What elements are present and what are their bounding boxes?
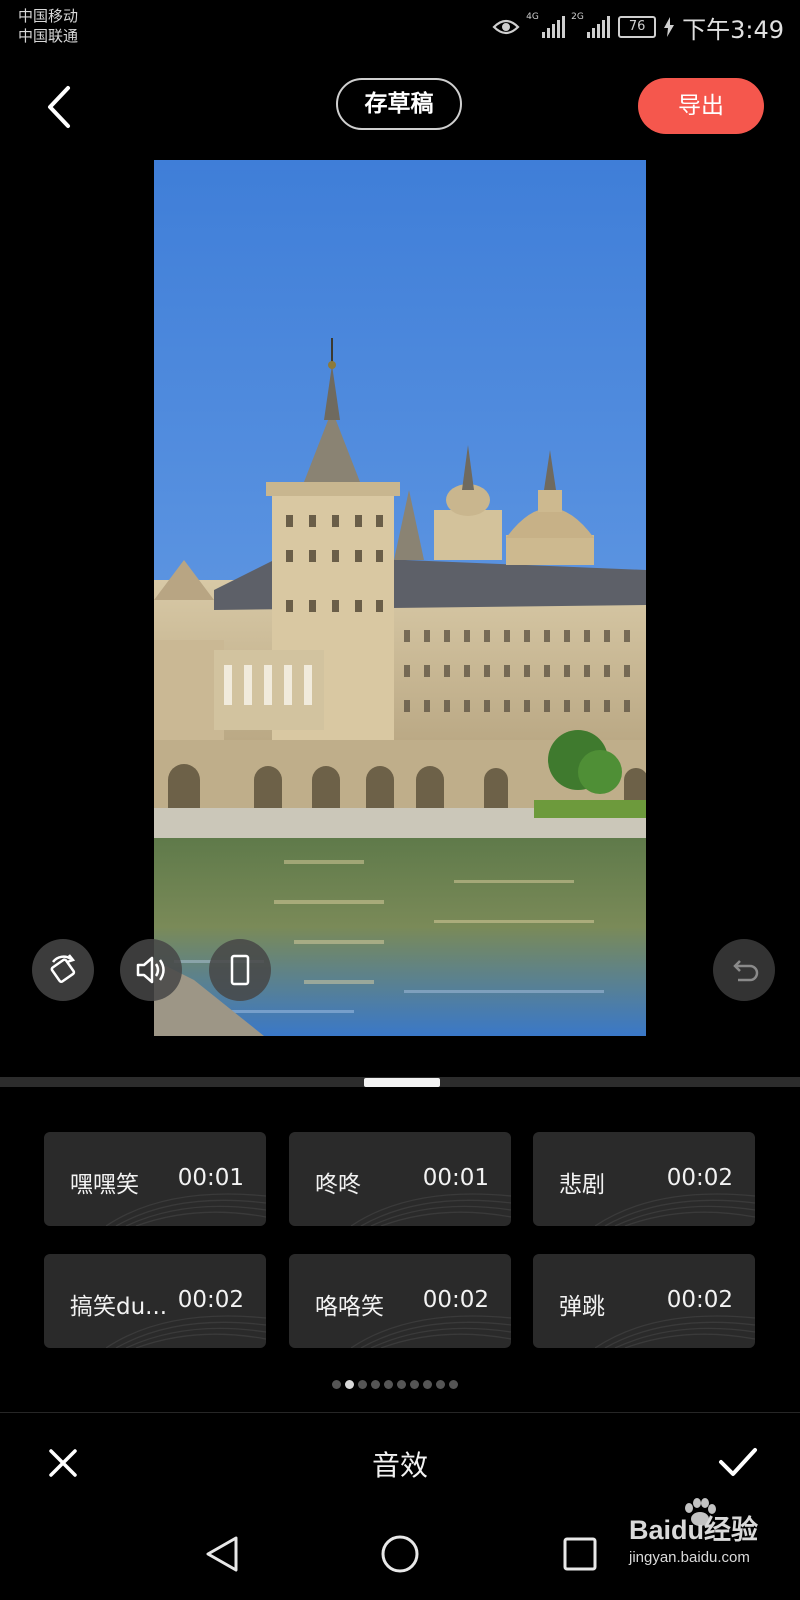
- page-indicator[interactable]: [332, 1380, 458, 1389]
- sound-duration: 00:02: [666, 1287, 733, 1313]
- page-dot[interactable]: [397, 1380, 406, 1389]
- sound-name: 嘿嘿笑: [70, 1172, 139, 1198]
- portrait-frame-icon: [230, 954, 250, 986]
- confirm-check-icon[interactable]: [718, 1446, 758, 1478]
- save-draft-button[interactable]: 存草稿: [336, 78, 462, 130]
- timeline-handle[interactable]: [364, 1078, 440, 1087]
- carrier-1: 中国移动: [18, 7, 79, 25]
- page-dot[interactable]: [371, 1380, 380, 1389]
- page-dot[interactable]: [358, 1380, 367, 1389]
- speaker-icon: [136, 956, 165, 984]
- sound-name: 咯咯笑: [315, 1294, 384, 1320]
- page-dot[interactable]: [423, 1380, 432, 1389]
- export-button[interactable]: 导出: [638, 78, 764, 134]
- volume-button[interactable]: [120, 939, 182, 1001]
- sound-card[interactable]: 咯咯笑 00:02: [289, 1254, 511, 1348]
- signal-4g-icon: 4G: [526, 12, 566, 38]
- page-dot[interactable]: [449, 1380, 458, 1389]
- carrier-2: 中国联通: [18, 27, 79, 45]
- page-dot[interactable]: [436, 1380, 445, 1389]
- divider: [0, 1412, 800, 1413]
- sound-duration: 00:01: [422, 1165, 489, 1191]
- preview-image: [154, 160, 646, 1036]
- sound-name: 弹跳: [559, 1294, 605, 1320]
- sound-name: 咚咚: [315, 1172, 361, 1198]
- sound-card[interactable]: 悲剧 00:02: [533, 1132, 755, 1226]
- video-preview[interactable]: [154, 160, 646, 1036]
- nav-back-icon[interactable]: [204, 1534, 240, 1574]
- rotate-button[interactable]: [32, 939, 94, 1001]
- signal-2g-icon: 2G: [571, 12, 611, 38]
- page-dot[interactable]: [384, 1380, 393, 1389]
- sound-card[interactable]: 弹跳 00:02: [533, 1254, 755, 1348]
- nav-recents-icon[interactable]: [562, 1536, 598, 1572]
- sound-duration: 00:02: [666, 1165, 733, 1191]
- nav-home-icon[interactable]: [380, 1534, 420, 1574]
- status-icons: 4G 2G 76 下午3:49: [492, 10, 784, 44]
- panel-title: 音效: [371, 1449, 428, 1482]
- back-arrow-icon[interactable]: [44, 84, 76, 130]
- eye-icon: [492, 19, 520, 35]
- sound-name: 搞笑du...: [70, 1294, 168, 1320]
- carrier-info: 中国移动 中国联通: [18, 6, 78, 46]
- signal-4g-label: 4G: [526, 12, 539, 22]
- page-dot[interactable]: [410, 1380, 419, 1389]
- sound-duration: 00:02: [177, 1287, 244, 1313]
- close-icon[interactable]: [48, 1448, 78, 1478]
- sound-card[interactable]: 咚咚 00:01: [289, 1132, 511, 1226]
- page-dot[interactable]: [332, 1380, 341, 1389]
- sound-card[interactable]: 嘿嘿笑 00:01: [44, 1132, 266, 1226]
- rotate-icon: [50, 954, 76, 983]
- sound-duration: 00:02: [422, 1287, 489, 1313]
- clock: 下午3:49: [682, 15, 784, 44]
- signal-2g-label: 2G: [571, 12, 584, 22]
- undo-icon: [733, 960, 759, 982]
- sound-duration: 00:01: [177, 1165, 244, 1191]
- sound-name: 悲剧: [559, 1172, 605, 1198]
- paw-logo-icon: [684, 1498, 716, 1526]
- undo-button[interactable]: [713, 939, 775, 1001]
- charging-icon: [664, 17, 675, 37]
- sound-card[interactable]: 搞笑du... 00:02: [44, 1254, 266, 1348]
- battery-level: 76: [618, 16, 657, 38]
- baidu-watermark: Baidu经验 jingyan.baidu.com: [628, 1498, 758, 1566]
- watermark-url: jingyan.baidu.com: [628, 1549, 750, 1566]
- aspect-ratio-button[interactable]: [209, 939, 271, 1001]
- page-dot[interactable]: [345, 1380, 354, 1389]
